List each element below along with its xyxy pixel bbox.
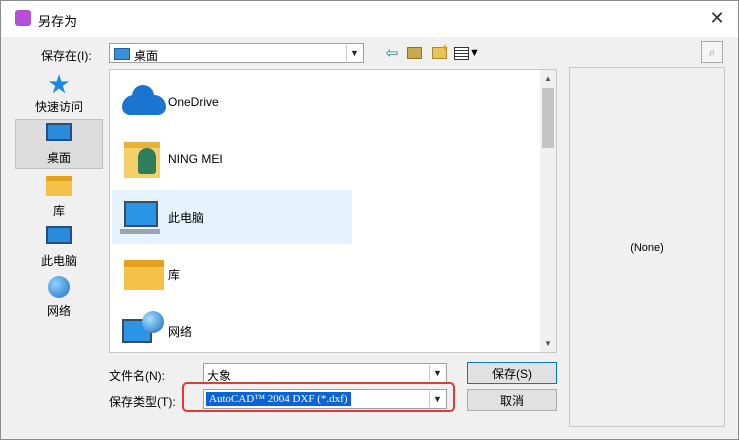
filename-input[interactable]: 大象 ▼ [203,363,447,383]
save-as-dialog: 另存为 ✕ 保存在(I): 桌面 ▼ ⇦ ✦ ▼ ⌕ ★ 快速访问 桌面 库 此… [0,0,739,440]
network-icon [48,276,70,298]
place-network[interactable]: 网络 [15,273,103,323]
place-label: 桌面 [46,151,71,165]
list-item[interactable]: NING MEI [112,133,352,187]
save-in-dropdown[interactable]: 桌面 ▼ [109,43,364,63]
list-item[interactable]: 库 [112,247,352,301]
back-arrow-icon[interactable]: ⇦ [383,44,401,62]
item-name: 此电脑 [168,211,205,225]
preview-toggle-icon[interactable]: ⌕ [701,41,723,63]
new-folder-icon[interactable]: ✦ [429,43,449,62]
save-in-label: 保存在(I): [41,49,92,63]
place-this-pc[interactable]: 此电脑 [15,223,103,273]
view-menu-icon[interactable]: ▼ [453,44,481,62]
library-icon [46,176,72,196]
user-folder-icon [120,140,164,180]
places-bar: ★ 快速访问 桌面 库 此电脑 网络 [15,69,103,329]
place-label: 快速访问 [34,100,83,114]
app-icon [15,10,31,26]
up-folder-icon[interactable] [405,44,423,62]
filetype-label: 保存类型(T): [109,395,176,409]
place-label: 库 [52,204,65,218]
cancel-button[interactable]: 取消 [467,389,557,411]
place-label: 此电脑 [40,254,77,268]
item-name: 网络 [168,325,193,339]
file-list[interactable]: OneDrive NING MEI 此电脑 库 网络 [109,69,557,353]
list-item[interactable]: OneDrive [112,76,352,130]
desktop-icon [46,123,72,141]
preview-text: (None) [630,242,664,254]
scroll-up-icon[interactable]: ▲ [540,70,556,87]
place-label: 网络 [46,304,71,318]
scroll-down-icon[interactable]: ▼ [540,335,556,352]
computer-icon [46,226,72,244]
window-title: 另存为 [38,14,78,29]
vertical-scrollbar[interactable]: ▲ ▼ [540,70,556,352]
save-button[interactable]: 保存(S) [467,362,557,384]
library-icon [120,254,164,294]
list-item[interactable]: 此电脑 [112,190,352,244]
network-icon [120,311,164,351]
place-quick-access[interactable]: ★ 快速访问 [15,69,103,119]
place-desktop[interactable]: 桌面 [15,119,103,169]
save-in-value: 桌面 [134,49,159,63]
item-name: OneDrive [168,95,219,109]
computer-icon [120,197,164,237]
chevron-down-icon[interactable]: ▼ [429,365,445,381]
item-name: 库 [168,268,181,282]
annotation-highlight-box [182,382,455,412]
place-library[interactable]: 库 [15,173,103,223]
onedrive-icon [120,83,166,123]
star-icon: ★ [47,69,71,99]
list-item[interactable]: 网络 [112,304,352,352]
title-bar: 另存为 ✕ [1,1,738,37]
preview-pane: (None) [569,67,725,427]
filename-label: 文件名(N): [109,369,165,383]
scroll-thumb[interactable] [542,88,554,148]
item-name: NING MEI [168,152,223,166]
desktop-folder-icon [114,48,130,60]
chevron-down-icon[interactable]: ▼ [346,45,362,61]
close-button[interactable]: ✕ [704,6,730,30]
